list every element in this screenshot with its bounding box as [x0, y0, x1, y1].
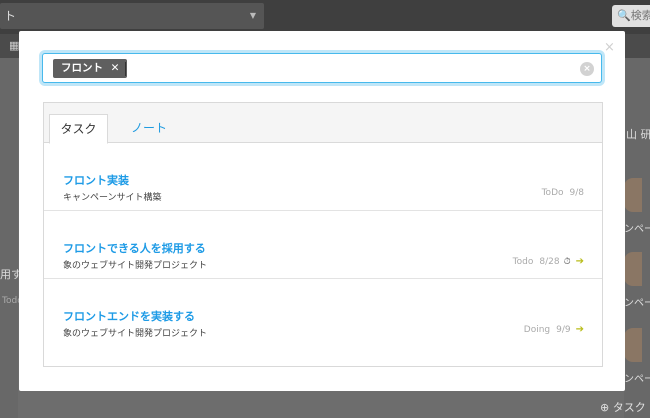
background-member-name: 山 研: [626, 128, 650, 141]
arrow-right-icon: ➔: [575, 324, 584, 335]
results-tabbar: タスク ノート: [44, 103, 602, 144]
result-title[interactable]: フロントできる人を採用する: [63, 240, 206, 256]
result-meta: Doing 9/9 ➔: [524, 324, 584, 335]
caret-down-icon: ▼: [249, 11, 256, 20]
clear-search-icon[interactable]: ×: [580, 62, 594, 76]
result-title[interactable]: フロントエンドを実装する: [63, 308, 195, 324]
background-text: ンペー: [624, 298, 650, 309]
arrow-right-icon: ➔: [575, 256, 584, 267]
top-bar: ト ▼ 🔍検索: [0, 0, 650, 34]
result-status: Doing: [523, 324, 551, 335]
search-placeholder: 検索: [630, 9, 650, 22]
result-title[interactable]: フロント実装: [63, 172, 129, 188]
filter-chip-label: フロント: [61, 62, 103, 74]
result-date: 8/28: [539, 256, 560, 267]
background-text: ンペー: [624, 224, 650, 235]
global-search-input[interactable]: 🔍検索: [612, 5, 650, 27]
result-project: キャンペーンサイト構築: [63, 193, 162, 203]
search-input[interactable]: フロント ✕ ×: [42, 53, 602, 83]
result-status: Todo: [512, 256, 534, 267]
result-date: 9/9: [556, 324, 571, 335]
result-date: 9/8: [569, 188, 584, 198]
close-icon[interactable]: ×: [604, 41, 615, 54]
tab-tasks[interactable]: タスク: [49, 114, 108, 144]
search-modal: × フロント ✕ × タスク ノート フロント実装 キャンペーンサイト構築 To…: [19, 31, 625, 391]
result-item[interactable]: フロントできる人を採用する 象のウェブサイト開発プロジェクト Todo 8/28…: [44, 211, 602, 279]
timer-icon: ⏱: [563, 256, 571, 267]
result-meta: ToDo 9/8: [542, 188, 584, 198]
project-select[interactable]: ト ▼: [0, 3, 264, 29]
avatar: [624, 178, 642, 212]
board-icon[interactable]: ▦: [9, 39, 19, 52]
avatar: [624, 252, 642, 286]
search-icon: 🔍: [617, 9, 631, 22]
result-project: 象のウェブサイト開発プロジェクト: [63, 261, 208, 271]
search-results-panel: タスク ノート フロント実装 キャンペーンサイト構築 ToDo 9/8 フロント…: [43, 102, 603, 367]
result-status: ToDo: [541, 188, 564, 198]
tab-notes[interactable]: ノート: [114, 114, 184, 144]
result-project: 象のウェブサイト開発プロジェクト: [63, 329, 208, 339]
result-meta: Todo 8/28 ⏱ ➔: [513, 256, 584, 267]
background-text: ンペー: [624, 374, 650, 385]
text-cursor: [125, 62, 126, 76]
avatar: [624, 328, 642, 362]
project-select-label: ト: [4, 9, 17, 23]
add-task-button[interactable]: ⊕ タスク: [600, 399, 646, 415]
result-item[interactable]: フロントエンドを実装する 象のウェブサイト開発プロジェクト Doing 9/9 …: [44, 279, 602, 347]
chip-remove-icon[interactable]: ✕: [111, 62, 120, 74]
filter-chip: フロント ✕: [53, 59, 128, 78]
result-list: フロント実装 キャンペーンサイト構築 ToDo 9/8 フロントできる人を採用す…: [44, 143, 602, 347]
background-column-right: [624, 58, 650, 418]
background-column-left: [0, 58, 18, 418]
result-item[interactable]: フロント実装 キャンペーンサイト構築 ToDo 9/8: [44, 143, 602, 211]
